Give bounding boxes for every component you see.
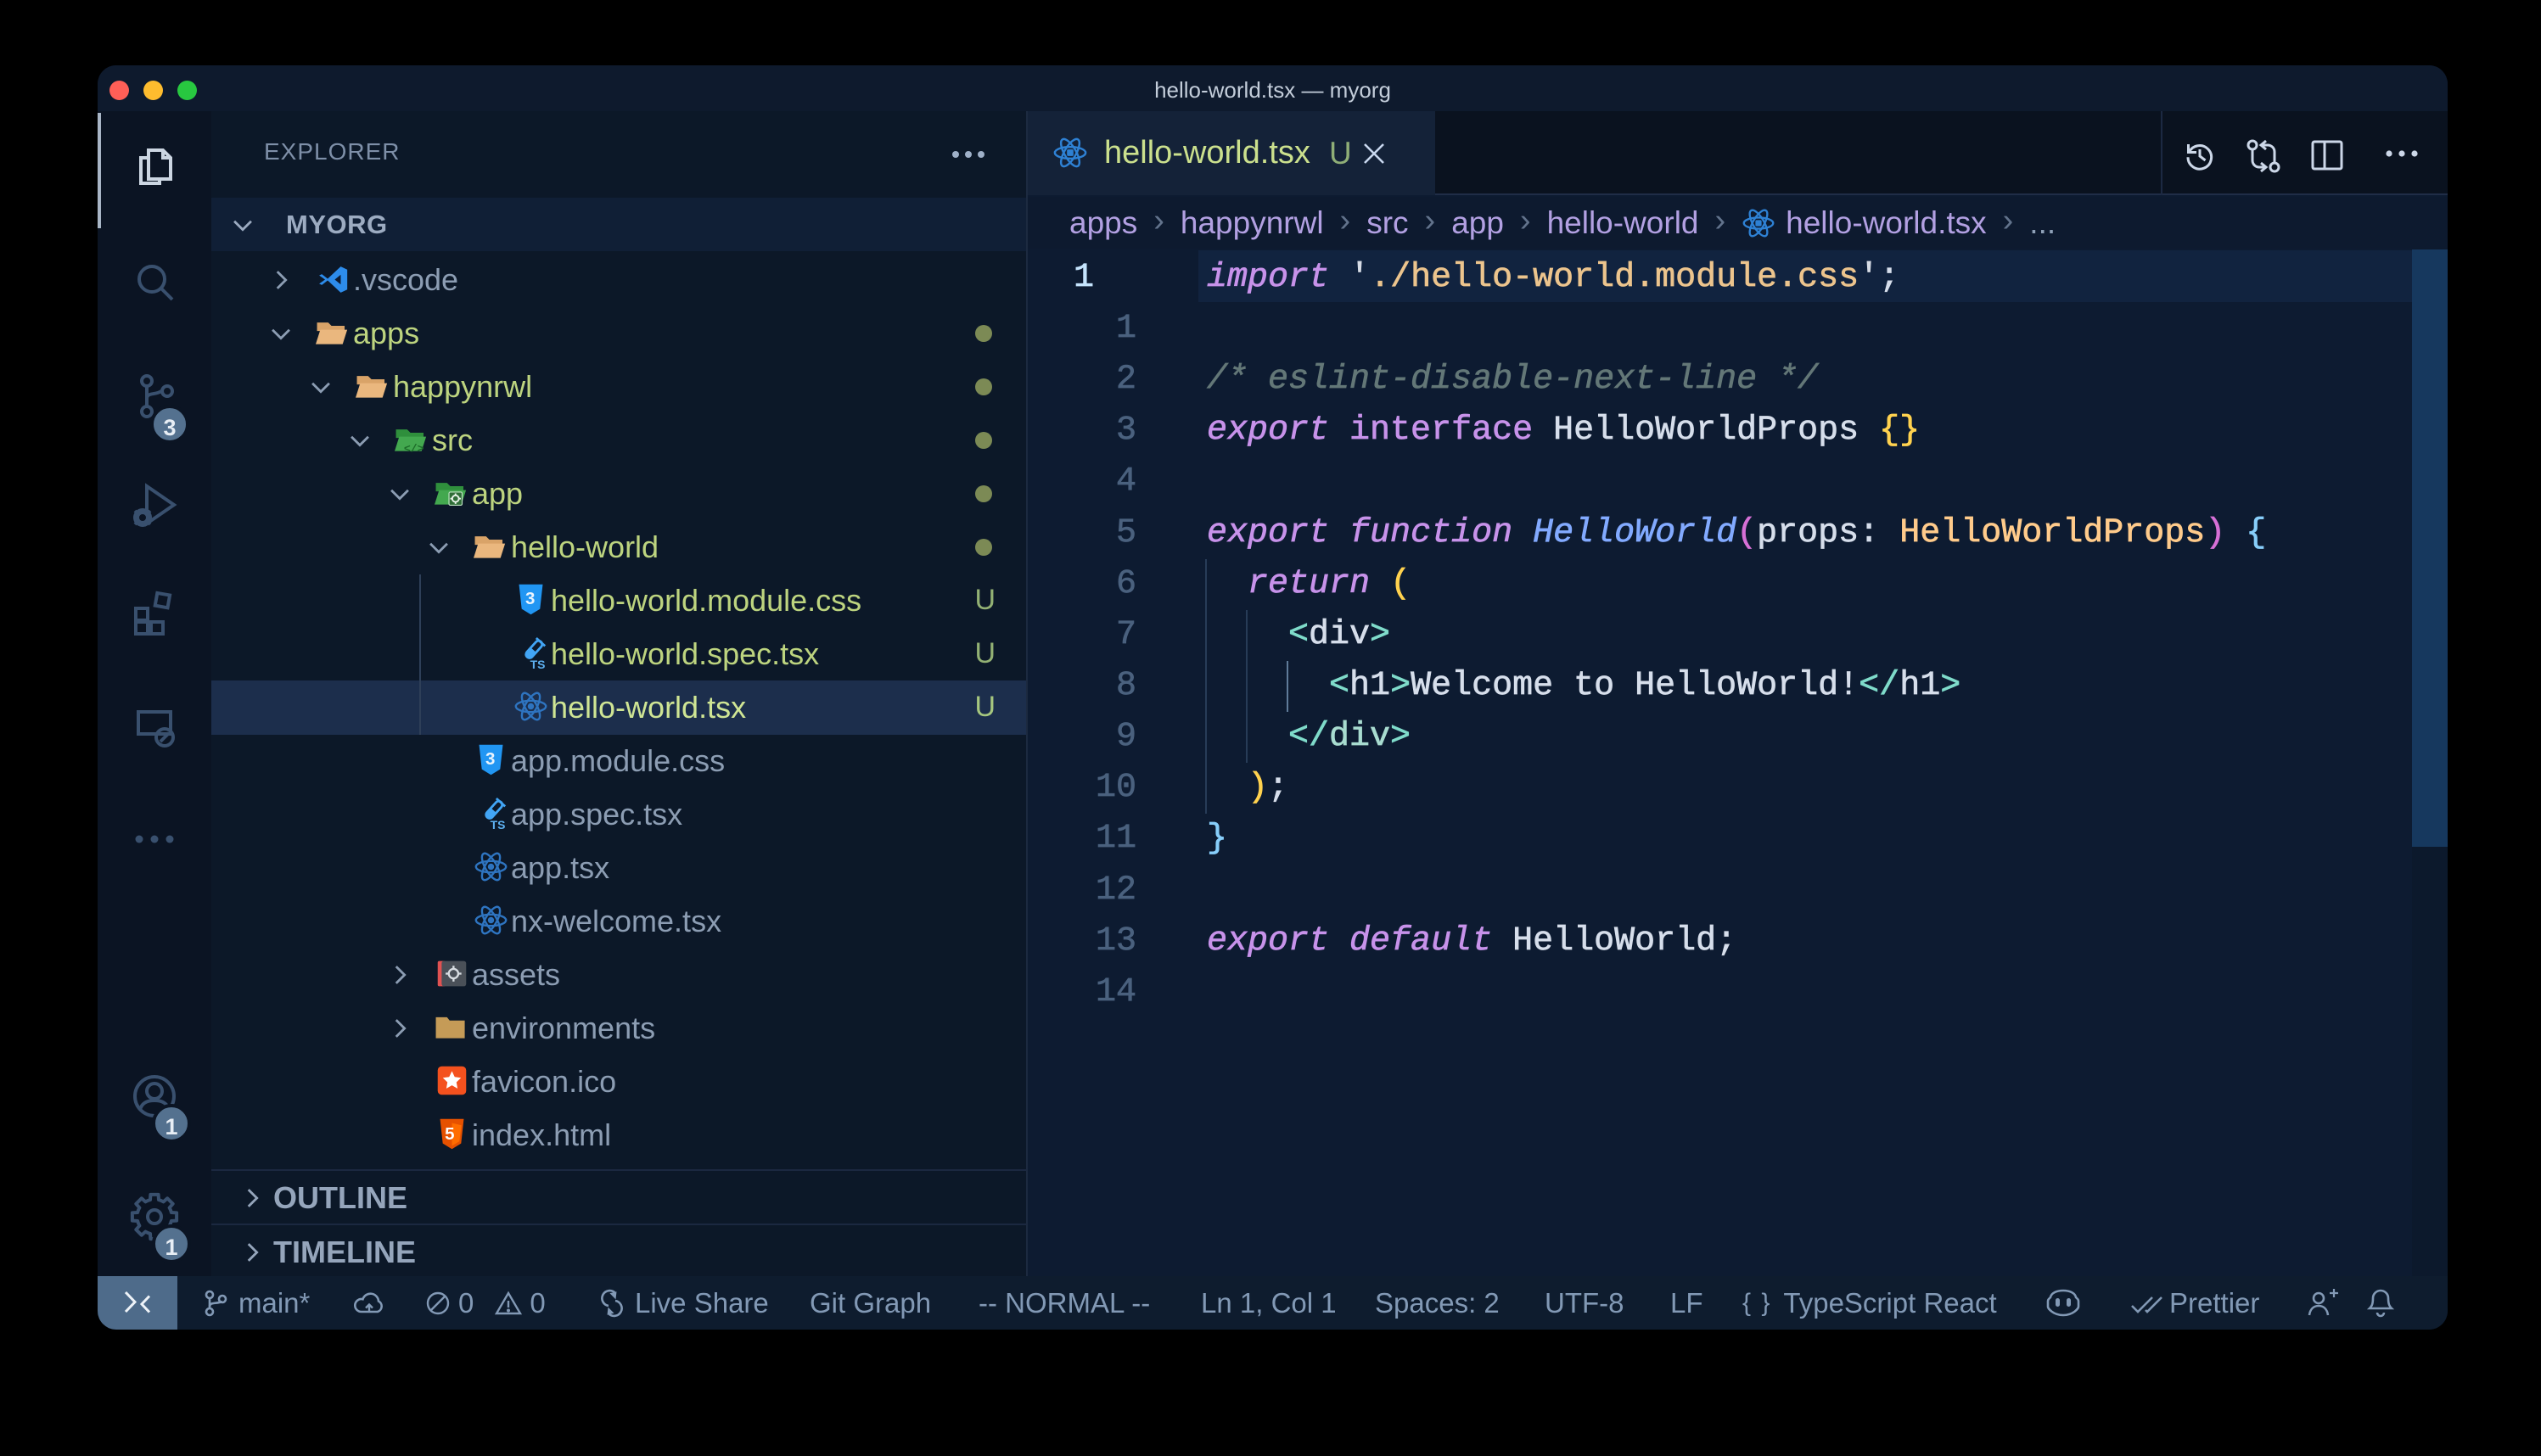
svg-text:</>: </> xyxy=(404,442,424,455)
svg-text:TS: TS xyxy=(530,658,546,670)
svg-text:TS: TS xyxy=(491,818,506,831)
svg-text:5: 5 xyxy=(445,1124,454,1144)
svg-text:3: 3 xyxy=(485,749,495,769)
svg-text:3: 3 xyxy=(525,589,535,608)
